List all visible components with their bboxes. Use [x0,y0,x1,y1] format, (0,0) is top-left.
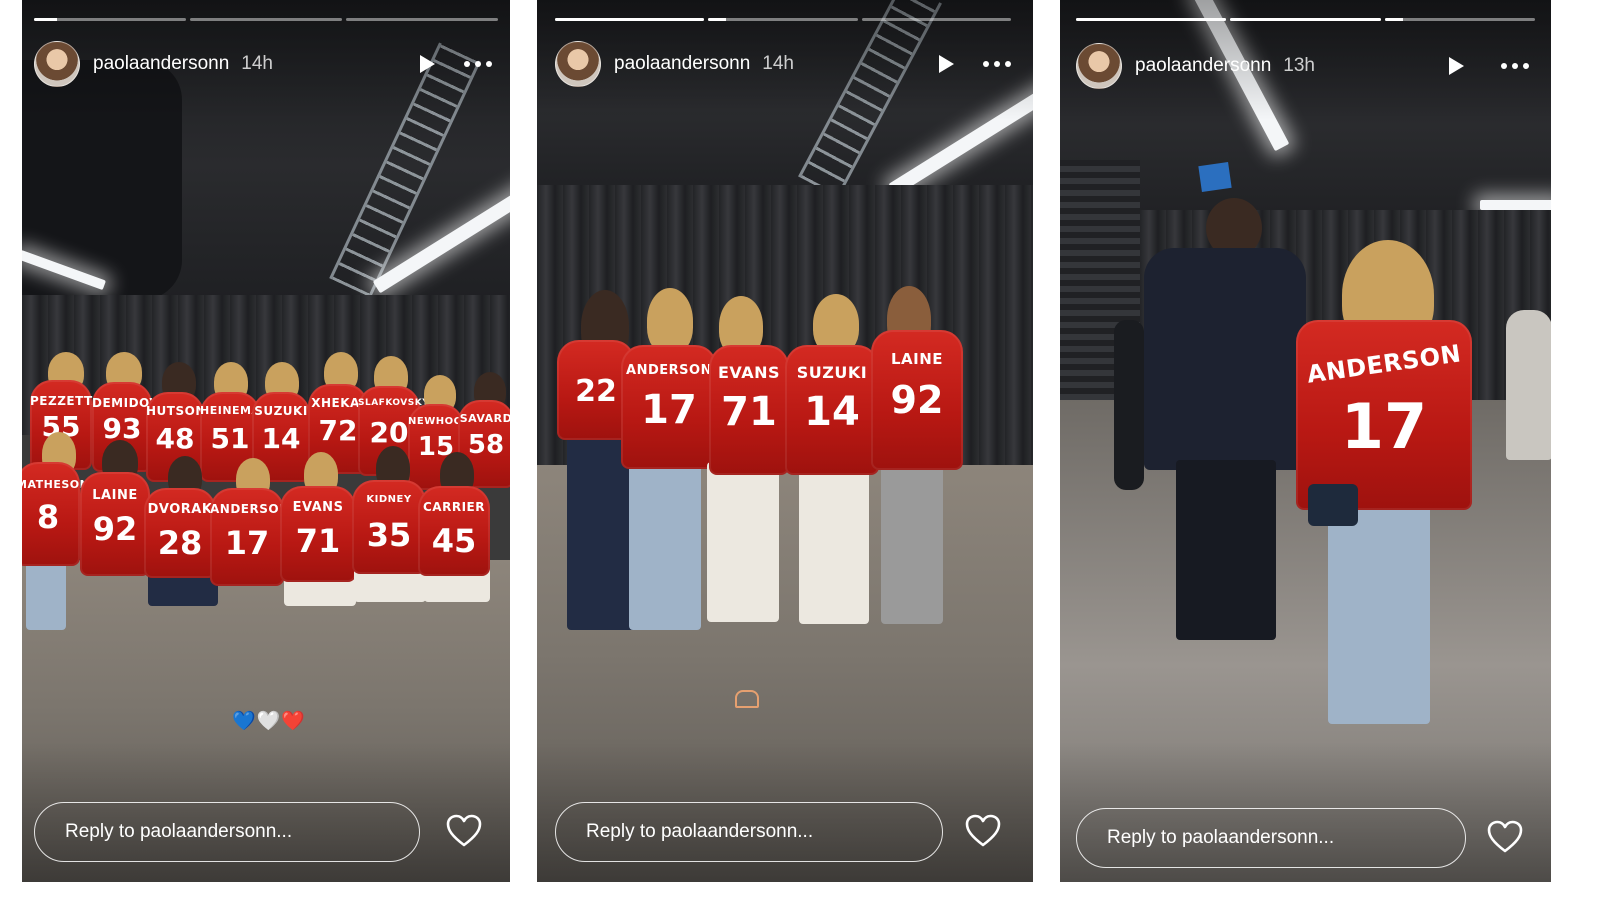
story-panel-2[interactable]: 22 ANDERSON 17 EVANS 71 SUZUKI 14 LAINE … [537,0,1033,882]
more-icon[interactable] [1495,49,1535,83]
story-progress [34,18,498,22]
avatar[interactable] [34,41,80,87]
play-icon[interactable] [929,47,963,81]
blue-panel [1198,162,1232,192]
progress-segment [1076,18,1227,21]
man-pants [1176,460,1276,640]
progress-segment [34,18,186,21]
reply-placeholder: Reply to paolaandersonn... [1107,827,1335,848]
timestamp: 14h [241,53,273,74]
jersey: DVORAK 28 [144,488,216,578]
progress-segment [1230,18,1381,21]
woman-jeans [1328,498,1430,724]
jersey: LAINE 92 [871,330,963,470]
story-progress [555,18,1011,22]
jersey: CARRIER 45 [418,486,490,576]
timestamp: 13h [1283,55,1315,76]
jersey: ANDERSON 17 [1296,320,1472,510]
ceiling-light [1480,200,1551,210]
white-heart: 🤍 [256,711,281,732]
username[interactable]: paolaandersonn [1135,55,1271,77]
username[interactable]: paolaandersonn [614,53,750,75]
reply-input[interactable]: Reply to paolaandersonn... [34,802,420,862]
progress-segment [346,18,498,21]
heart-icon[interactable] [1487,820,1523,854]
bystander [1114,320,1144,490]
story-progress [1076,18,1535,22]
story-panel-1[interactable]: PEZZETTA 55 DEMIDOV 93 HUTSON 48 HEINEMA… [22,0,510,882]
play-icon[interactable] [410,47,444,81]
reply-input[interactable]: Reply to paolaandersonn... [1076,808,1466,868]
progress-segment [555,18,705,21]
jersey: MATHESON 8 [22,462,89,566]
small-sticker [735,690,759,708]
story-header: paolaandersonn 14h [34,40,498,88]
progress-segment [1384,18,1535,21]
more-icon[interactable] [458,47,498,81]
blue-heart: 💙 [232,711,256,732]
more-icon[interactable] [977,47,1017,81]
reply-placeholder: Reply to paolaandersonn... [65,821,293,842]
progress-segment [708,18,858,21]
story-header: paolaandersonn 13h [1076,42,1535,90]
handbag [1308,484,1358,526]
avatar[interactable] [555,41,601,87]
story-header: paolaandersonn 14h [555,40,1017,88]
reply-input[interactable]: Reply to paolaandersonn... [555,802,943,862]
reply-placeholder: Reply to paolaandersonn... [586,821,814,842]
jersey: SUZUKI 14 [785,345,879,475]
heart-icon[interactable] [965,814,1001,848]
bystander [1506,310,1551,460]
heart-icon[interactable] [446,814,482,848]
timestamp: 14h [762,53,794,74]
avatar[interactable] [1076,43,1122,89]
jersey: ANDERSON 17 [210,488,289,586]
play-icon[interactable] [1439,49,1473,83]
jersey: ANDERSON 17 [621,345,717,469]
story-panel-3[interactable]: ANDERSON 17 paolaandersonn 13h Reply to … [1060,0,1551,882]
username[interactable]: paolaandersonn [93,53,229,75]
progress-segment [190,18,342,21]
man-suit [1144,248,1306,470]
jersey: KIDNEY 35 [352,480,426,574]
jersey: EVANS 71 [280,486,356,582]
red-heart: ❤️ [281,711,306,732]
jersey: LAINE 92 [80,472,150,576]
progress-segment [861,18,1011,21]
hearts-sticker: 💙 🤍 ❤️ [232,712,305,731]
jersey: EVANS 71 [709,345,789,475]
